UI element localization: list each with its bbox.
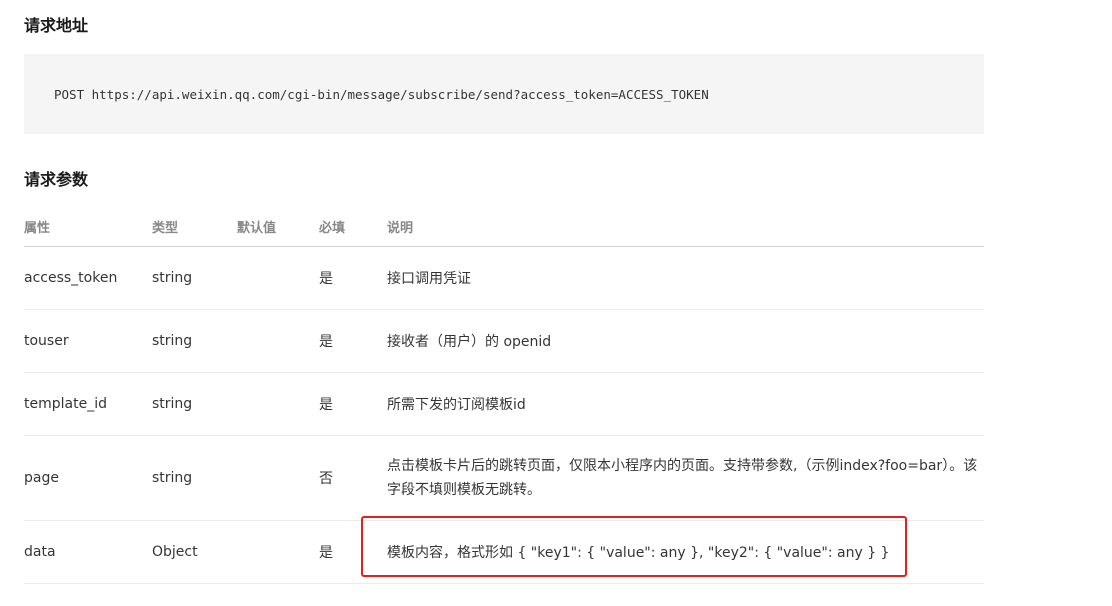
param-desc: 点击模板卡片后的跳转页面，仅限本小程序内的页面。支持带参数,（示例index?f… (387, 435, 984, 521)
param-desc: 接收者（用户）的 openid (387, 309, 984, 373)
section-title-request-params: 请求参数 (24, 170, 89, 189)
param-default (237, 372, 319, 436)
param-default (237, 309, 319, 373)
param-default (237, 520, 319, 584)
param-type: string (152, 309, 237, 373)
table-row: page string 否 点击模板卡片后的跳转页面，仅限本小程序内的页面。支持… (24, 435, 984, 521)
param-name: touser (24, 309, 152, 373)
col-header-desc: 说明 (387, 206, 984, 247)
doc-page: 请求地址 POST https://api.weixin.qq.com/cgi-… (0, 0, 1112, 606)
request-url-code: POST https://api.weixin.qq.com/cgi-bin/m… (54, 86, 709, 102)
params-table: 属性 类型 默认值 必填 说明 access_token string 是 接口… (24, 206, 984, 584)
param-required: 是 (319, 309, 387, 373)
section-title-request-url: 请求地址 (24, 16, 89, 35)
param-desc-link[interactable]: 接口调用凭证 (387, 246, 984, 310)
request-url-code-block: POST https://api.weixin.qq.com/cgi-bin/m… (24, 54, 984, 134)
col-header-default: 默认值 (237, 206, 319, 247)
col-header-required: 必填 (319, 206, 387, 247)
table-row: access_token string 是 接口调用凭证 (24, 246, 984, 310)
table-header-row: 属性 类型 默认值 必填 说明 (24, 206, 984, 247)
param-required: 是 (319, 246, 387, 310)
col-header-name: 属性 (24, 206, 152, 247)
param-name: page (24, 435, 152, 521)
param-type: string (152, 372, 237, 436)
param-default (237, 246, 319, 310)
param-type: string (152, 246, 237, 310)
param-name: access_token (24, 246, 152, 310)
param-required: 是 (319, 372, 387, 436)
param-desc: 所需下发的订阅模板id (387, 372, 984, 436)
table-row: touser string 是 接收者（用户）的 openid (24, 309, 984, 373)
param-required: 是 (319, 520, 387, 584)
param-type: Object (152, 520, 237, 584)
param-name: template_id (24, 372, 152, 436)
param-type: string (152, 435, 237, 521)
col-header-type: 类型 (152, 206, 237, 247)
param-name: data (24, 520, 152, 584)
table-row: template_id string 是 所需下发的订阅模板id (24, 372, 984, 436)
param-desc: 模板内容，格式形如 { "key1": { "value": any }, "k… (387, 520, 984, 584)
param-required: 否 (319, 435, 387, 521)
param-default (237, 435, 319, 521)
table-row: data Object 是 模板内容，格式形如 { "key1": { "val… (24, 520, 984, 584)
